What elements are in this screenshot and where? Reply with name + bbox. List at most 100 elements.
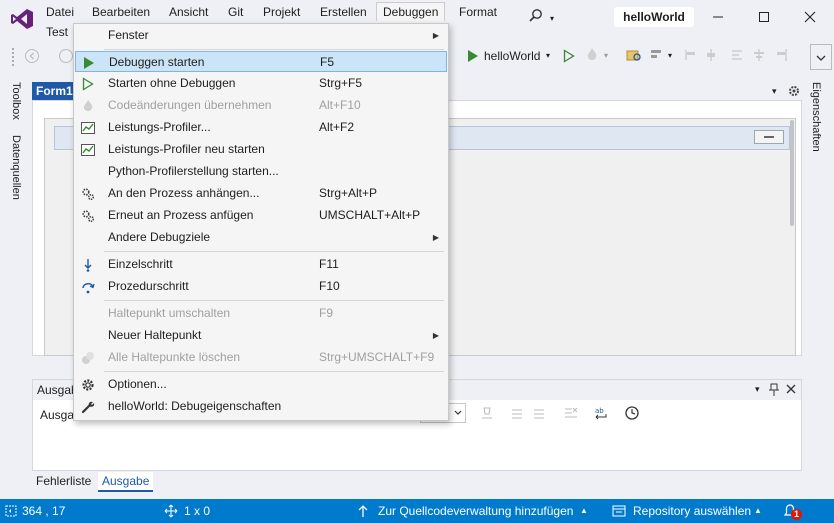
menu-item-haltepunkt-umschalten[interactable]: Haltepunkt umschalten F9 [75, 303, 447, 324]
svg-text:ab: ab [595, 407, 604, 415]
debuggen-dropdown-menu: Fenster ▶ Debuggen starten F5 Starten oh… [73, 23, 449, 421]
align-center-icon[interactable] [730, 48, 744, 62]
word-wrap-icon[interactable]: ab [594, 405, 610, 421]
form-window-button[interactable] [754, 130, 784, 144]
submenu-arrow-icon: ▶ [432, 233, 439, 242]
wrench-icon [81, 400, 95, 414]
menu-item-starten-ohne-debuggen[interactable]: Starten ohne Debuggen Strg+F5 [75, 73, 447, 94]
upload-arrow-icon[interactable] [356, 504, 370, 518]
layout-dropdown-icon[interactable]: ▾ [668, 51, 672, 60]
menu-item-python-profilerstellung[interactable]: Python-Profilerstellung starten... [75, 161, 447, 182]
submenu-arrow-icon: ▶ [432, 31, 439, 40]
clear-all-icon[interactable] [564, 406, 578, 420]
menu-separator [104, 49, 444, 50]
profiler-icon [81, 121, 95, 135]
status-bar: 364 , 17 1 x 0 Zur Quellcodeverwaltung h… [0, 499, 834, 523]
menu-debuggen[interactable]: Debuggen [376, 2, 446, 21]
menu-item-optionen[interactable]: Optionen... [75, 374, 447, 395]
align-left-icon[interactable] [704, 48, 718, 62]
vs-logo-icon[interactable] [10, 8, 34, 30]
maximize-icon[interactable] [754, 7, 774, 27]
pin-icon[interactable] [768, 383, 780, 397]
output-text-area[interactable] [33, 426, 801, 470]
align-icon[interactable] [684, 48, 698, 62]
toolbox-tab[interactable]: Toolbox [10, 82, 22, 120]
menu-separator [104, 300, 444, 301]
gear-icon [81, 378, 95, 392]
run-target-label[interactable]: helloWorld [484, 49, 540, 63]
menu-item-fenster[interactable]: Fenster ▶ [75, 25, 447, 46]
toolbar-grip-icon [12, 48, 18, 66]
browse-icon[interactable] [626, 47, 642, 63]
toolbar-overflow-icon[interactable] [810, 44, 832, 70]
menu-item-debuggen-starten[interactable]: Debuggen starten F5 [75, 51, 447, 72]
doc-tabs-dropdown-icon[interactable]: ▾ [772, 86, 777, 97]
find-message-icon[interactable] [480, 406, 494, 420]
menu-item-erneut-an-prozess[interactable]: Erneut an Prozess anfügen UMSCHALT+Alt+P [75, 205, 447, 226]
step-into-icon [81, 258, 95, 272]
menu-format[interactable]: Format [453, 3, 503, 21]
search-icon[interactable] [528, 8, 544, 24]
tab-fehlerliste[interactable]: Fehlerliste [32, 472, 95, 490]
search-dropdown-icon[interactable]: ▾ [550, 14, 554, 23]
menu-bearbeiten[interactable]: Bearbeiten [86, 3, 156, 21]
app-title: helloWorld [614, 7, 694, 27]
menu-datei[interactable]: Datei [40, 3, 80, 21]
menu-item-codeaenderungen[interactable]: Codeänderungen übernehmen Alt+F10 [75, 95, 447, 116]
output-close-icon[interactable] [785, 383, 797, 395]
add-to-source-control[interactable]: Zur Quellcodeverwaltung hinzufügen [378, 504, 573, 518]
tab-ausgabe[interactable]: Ausgabe [98, 472, 154, 492]
menu-separator [104, 371, 444, 372]
hot-reload-icon [81, 99, 95, 113]
menu-projekt[interactable]: Projekt [257, 3, 306, 21]
hot-reload-dropdown-icon[interactable]: ▾ [604, 51, 608, 60]
menu-item-prozedurschritt[interactable]: Prozedurschritt F10 [75, 276, 447, 297]
hot-reload-icon[interactable] [584, 47, 600, 63]
menu-git[interactable]: Git [222, 3, 249, 21]
profiler-icon [81, 143, 95, 157]
forward-icon[interactable] [58, 48, 74, 64]
select-repository[interactable]: Repository auswählen [633, 504, 751, 518]
cursor-position: 364 , 17 [22, 504, 66, 518]
menu-item-an-prozess-anhaengen[interactable]: An den Prozess anhängen... Strg+Alt+P [75, 183, 447, 204]
menu-test[interactable]: Test [40, 23, 74, 41]
back-icon[interactable] [24, 48, 40, 64]
timestamp-icon[interactable] [624, 405, 640, 421]
menu-erstellen[interactable]: Erstellen [314, 3, 373, 21]
play-outline-icon [81, 77, 95, 91]
menu-item-andere-debugziele[interactable]: Andere Debugziele ▶ [75, 227, 447, 248]
submenu-arrow-icon: ▶ [432, 331, 439, 340]
cursor-position-icon [5, 505, 17, 517]
menu-item-alle-haltepunkte-loeschen[interactable]: Alle Haltepunkte löschen Strg+UMSCHALT+F… [75, 347, 447, 368]
prev-message-icon[interactable] [510, 406, 524, 420]
menu-item-leistungs-profiler[interactable]: Leistungs-Profiler... Alt+F2 [75, 117, 447, 138]
minimize-icon[interactable] [708, 7, 728, 27]
menu-item-einzelschritt[interactable]: Einzelschritt F11 [75, 254, 447, 275]
eigenschaften-tab[interactable]: Eigenschaften [810, 82, 822, 152]
close-icon[interactable] [800, 7, 820, 27]
doc-settings-gear-icon[interactable] [788, 85, 800, 97]
start-without-debug-icon[interactable] [562, 48, 576, 64]
repository-icon[interactable] [612, 504, 626, 518]
datenquellen-tab[interactable]: Datenquellen [10, 135, 22, 200]
designer-scrollbar[interactable] [790, 120, 794, 226]
source-control-dropdown-icon[interactable]: ▲ [580, 506, 588, 515]
delete-breakpoints-icon [81, 351, 95, 365]
step-over-icon [81, 280, 95, 294]
menu-item-neuer-haltepunkt[interactable]: Neuer Haltepunkt ▶ [75, 325, 447, 346]
selection-size: 1 x 0 [184, 504, 211, 518]
run-target-dropdown-icon[interactable]: ▾ [546, 51, 550, 60]
align-middle-icon[interactable] [752, 48, 766, 62]
menu-ansicht[interactable]: Ansicht [163, 3, 214, 21]
align-right-icon[interactable] [774, 48, 788, 62]
gears-icon [81, 209, 95, 223]
next-message-icon[interactable] [532, 406, 546, 420]
menu-item-leistungs-profiler-neu[interactable]: Leistungs-Profiler neu starten [75, 139, 447, 160]
menu-item-debugeigenschaften[interactable]: helloWorld: Debugeigenschaften [75, 396, 447, 417]
notification-count-badge: 1 [791, 509, 802, 520]
gears-icon [81, 187, 95, 201]
start-debug-play-icon[interactable] [466, 48, 480, 64]
output-dropdown-icon[interactable]: ▾ [755, 384, 760, 395]
repository-dropdown-icon[interactable]: ▲ [754, 506, 762, 515]
layout-icon[interactable] [650, 48, 664, 62]
